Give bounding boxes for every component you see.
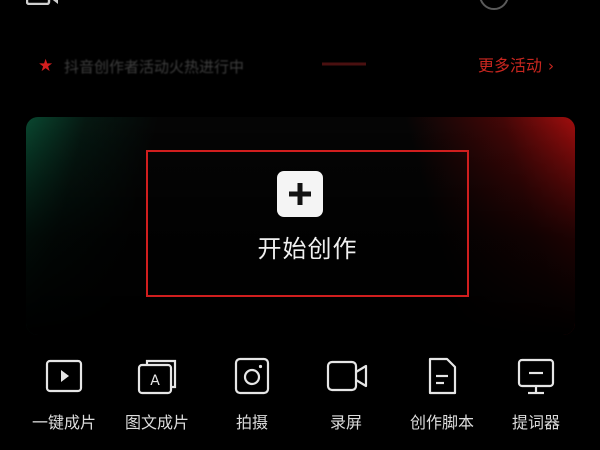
tool-teleprompter[interactable]: 提词器 xyxy=(488,356,584,442)
text-image-icon: A xyxy=(137,356,177,396)
chevron-right-icon: › xyxy=(548,57,554,75)
tool-screen-record[interactable]: 录屏 xyxy=(298,356,394,442)
start-create-button[interactable]: 开始创作 xyxy=(146,150,469,297)
start-create-label: 开始创作 xyxy=(257,235,358,263)
star-icon: ★ xyxy=(38,56,54,76)
screen-record-icon xyxy=(326,356,368,396)
more-activities-label: 更多活动 xyxy=(477,56,542,75)
tool-label: 拍摄 xyxy=(235,413,268,432)
svg-text:A: A xyxy=(150,373,160,389)
tool-text-image-video[interactable]: A 图文成片 xyxy=(109,356,205,442)
banner-decoration xyxy=(322,62,366,66)
activity-banner[interactable]: ★ 抖音创作者活动火热进行中 更多活动 › xyxy=(38,54,568,80)
tool-one-click-video[interactable]: 一键成片 xyxy=(16,356,112,442)
tool-shoot[interactable]: 拍摄 xyxy=(204,356,300,442)
video-camera-icon[interactable] xyxy=(25,0,60,6)
teleprompter-icon xyxy=(516,356,556,396)
banner-text: 抖音创作者活动火热进行中 xyxy=(64,58,245,76)
more-activities-link[interactable]: 更多活动 › xyxy=(478,55,554,77)
tool-label: 提词器 xyxy=(511,413,560,432)
script-document-icon xyxy=(422,356,462,396)
tool-label: 创作脚本 xyxy=(409,413,474,432)
tool-label: 录屏 xyxy=(329,413,362,432)
tool-creation-script[interactable]: 创作脚本 xyxy=(394,356,490,442)
play-video-icon xyxy=(44,356,84,396)
shield-icon[interactable] xyxy=(543,0,567,8)
plus-icon xyxy=(277,171,323,217)
tool-label: 一键成片 xyxy=(31,413,96,432)
circle-icon[interactable] xyxy=(479,0,509,10)
tool-label: 图文成片 xyxy=(124,413,189,432)
camera-icon xyxy=(232,356,272,396)
